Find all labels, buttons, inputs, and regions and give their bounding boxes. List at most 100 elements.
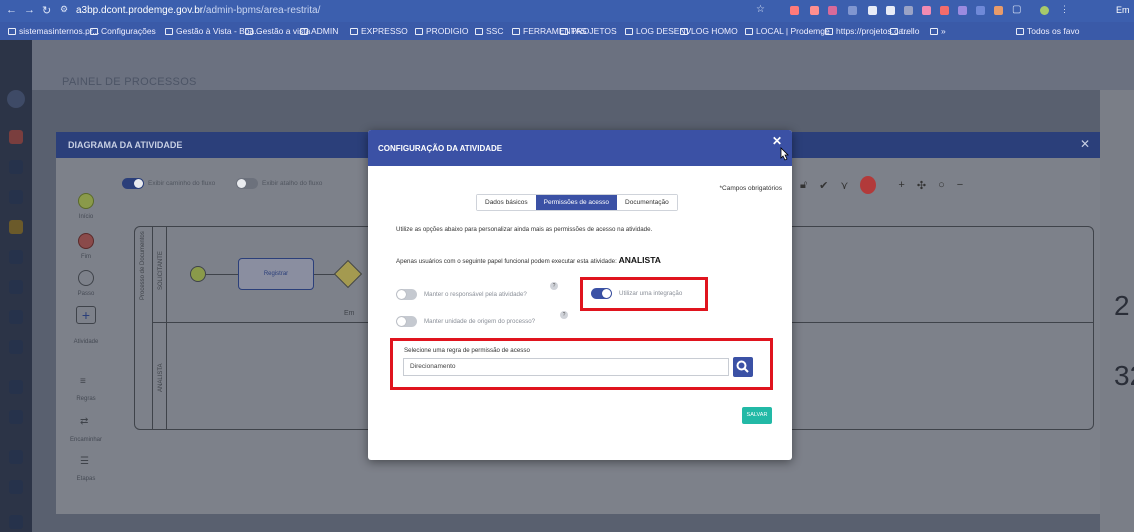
bpmn-start-event[interactable]: [190, 266, 206, 282]
intro-text: Utilize as opções abaixo para personaliz…: [396, 226, 653, 233]
tab-documentation[interactable]: Documentação: [617, 195, 677, 210]
refresh-icon[interactable]: [9, 190, 23, 204]
pool-divider: [152, 226, 153, 430]
access-rule-input[interactable]: Direcionamento: [403, 358, 729, 376]
report-icon[interactable]: [9, 410, 23, 424]
bookmark-item[interactable]: ADMIN: [300, 26, 338, 36]
step-icon[interactable]: [78, 270, 94, 286]
extensions-puzzle-icon[interactable]: ▢: [1012, 4, 1021, 15]
globe-icon[interactable]: [9, 280, 23, 294]
list-icon[interactable]: [9, 310, 23, 324]
keep-origin-unit-label: Manter unidade de origem do processo?: [424, 318, 536, 325]
settings-icon[interactable]: [9, 250, 23, 264]
extension-icon[interactable]: [904, 6, 913, 15]
bookmark-item[interactable]: sistemasinternos.pr...: [8, 26, 99, 36]
bookmark-icon: [930, 27, 938, 35]
help-icon[interactable]: ?: [560, 311, 568, 319]
bookmark-item[interactable]: Configurações: [90, 26, 156, 36]
bookmark-item[interactable]: trello: [890, 26, 919, 36]
start-event-icon[interactable]: [78, 193, 94, 209]
keep-responsible-toggle[interactable]: [396, 289, 417, 300]
extension-icon[interactable]: [868, 6, 877, 15]
building-icon[interactable]: [9, 450, 23, 464]
unlock-icon[interactable]: 🔓︎: [800, 179, 807, 192]
bookmark-item[interactable]: »: [930, 26, 946, 36]
tab-basic-data[interactable]: Dados básicos: [477, 195, 536, 210]
browser-toolbar: ← → ↻ ⚙ a3bp.dcont.prodemge.gov.br/admin…: [0, 0, 1134, 22]
chat-icon[interactable]: [9, 340, 23, 354]
profile-avatar[interactable]: [1040, 6, 1049, 15]
cursor-icon: [780, 147, 789, 161]
extension-icon[interactable]: [940, 6, 949, 15]
bookmark-label: sistemasinternos.pr...: [19, 26, 100, 36]
bookmark-item[interactable]: LOG HOMO: [680, 26, 738, 36]
lane-label: ANALISTA: [158, 363, 164, 392]
profile-label[interactable]: Em: [1116, 5, 1130, 15]
palette-label: Fim: [81, 254, 91, 260]
home-icon[interactable]: [9, 130, 23, 144]
forward-icon[interactable]: →: [24, 4, 35, 16]
rules-icon[interactable]: ≡: [80, 376, 86, 387]
gear-icon[interactable]: [9, 480, 23, 494]
bookmark-item[interactable]: Todos os favo: [1016, 26, 1079, 36]
reload-icon[interactable]: ↻: [42, 4, 51, 17]
bookmark-icon: [625, 27, 633, 35]
user-avatar-icon[interactable]: [7, 90, 25, 108]
more-icon[interactable]: ⋮: [1060, 4, 1069, 15]
extension-icon[interactable]: [886, 6, 895, 15]
document-icon[interactable]: [9, 380, 23, 394]
url-host: a3bp.dcont.prodemge.gov.br: [76, 5, 204, 16]
extension-icon[interactable]: [922, 6, 931, 15]
extension-icon[interactable]: [848, 6, 857, 15]
add-activity-icon[interactable]: +: [76, 306, 96, 324]
palette-label: Etapas: [76, 476, 96, 482]
zoom-in-icon[interactable]: +: [898, 179, 904, 191]
connect-icon[interactable]: ⋎: [840, 179, 848, 192]
bookmark-item[interactable]: LOCAL | Prodemge: [745, 26, 830, 36]
role-text: Apenas usuários com o seguinte papel fun…: [396, 255, 661, 265]
palette-label: Regras: [76, 396, 96, 402]
star-icon[interactable]: ☆: [756, 4, 765, 15]
zoom-out-icon[interactable]: −: [957, 179, 963, 191]
address-bar[interactable]: a3bp.dcont.prodemge.gov.br/admin-bpms/ar…: [76, 3, 676, 19]
reset-icon[interactable]: ○: [938, 179, 945, 191]
bookmark-label: LOG HOMO: [691, 26, 738, 36]
extension-icon[interactable]: [828, 6, 837, 15]
extension-icon[interactable]: [994, 6, 1003, 15]
required-fields-note: *Campos obrigatórios: [719, 185, 782, 192]
bookmark-item[interactable]: PROJETOS: [560, 26, 617, 36]
archive-icon[interactable]: [9, 515, 23, 529]
forward-arrows-icon[interactable]: ⇄: [80, 416, 88, 427]
search-button[interactable]: [733, 357, 753, 377]
folder-icon[interactable]: [9, 220, 23, 234]
bookmark-item[interactable]: EXPRESSO: [350, 26, 408, 36]
help-icon[interactable]: ?: [550, 282, 558, 290]
rule-label: Selecione uma regra de permissão de aces…: [404, 347, 530, 354]
tab-access-permissions[interactable]: Permissões de acesso: [535, 195, 618, 210]
check-icon[interactable]: ✔: [819, 179, 828, 192]
delete-icon[interactable]: [860, 176, 877, 194]
stages-icon[interactable]: ☰: [80, 456, 89, 467]
back-icon[interactable]: ←: [6, 4, 17, 16]
extension-icon[interactable]: [810, 6, 819, 15]
top-strip: [32, 40, 1134, 90]
bpmn-task[interactable]: Registrar: [238, 258, 314, 290]
use-integration-toggle[interactable]: [591, 288, 612, 299]
extension-icon[interactable]: [790, 6, 799, 15]
flow-shortcut-toggle[interactable]: [236, 178, 258, 189]
flow-path-toggle[interactable]: [122, 178, 144, 189]
extension-icon[interactable]: [958, 6, 967, 15]
bookmark-icon: [245, 27, 253, 35]
tasks-icon[interactable]: [9, 160, 23, 174]
bookmark-item[interactable]: SSC: [475, 26, 503, 36]
extension-icon[interactable]: [976, 6, 985, 15]
site-info-icon[interactable]: ⚙: [60, 4, 68, 15]
keep-origin-unit-toggle[interactable]: [396, 316, 417, 327]
save-button[interactable]: SALVAR: [742, 407, 772, 424]
activity-config-modal: CONFIGURAÇÃO DA ATIVIDADE ✕ *Campos obri…: [368, 130, 792, 460]
bookmark-item[interactable]: PRODIGIO: [415, 26, 469, 36]
diagram-close-icon[interactable]: ✕: [1080, 137, 1090, 151]
lane-label: SOLICITANTE: [158, 251, 164, 290]
end-event-icon[interactable]: [78, 233, 94, 249]
move-icon[interactable]: ✣: [917, 179, 926, 192]
